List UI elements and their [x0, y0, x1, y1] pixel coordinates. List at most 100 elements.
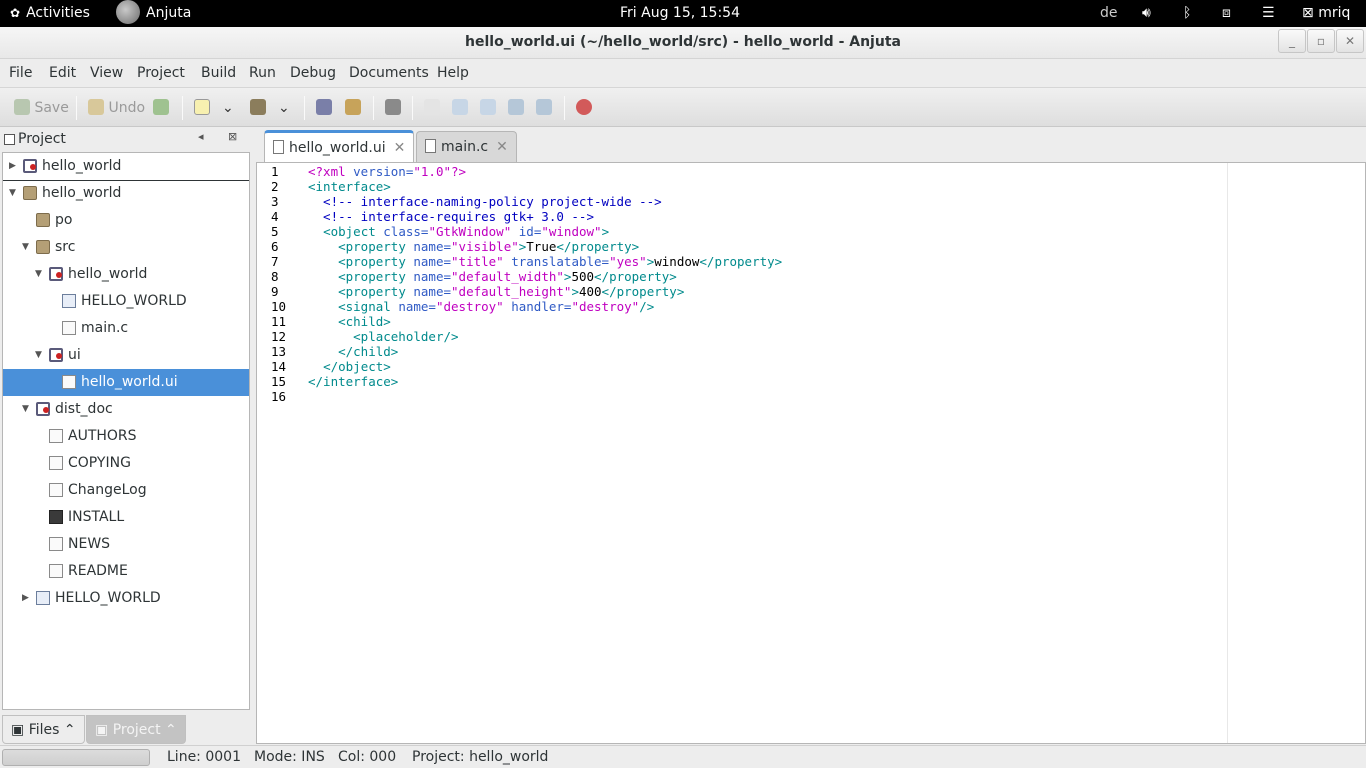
- code-line[interactable]: <!-- interface-requires gtk+ 3.0 -->: [308, 209, 594, 224]
- code-line[interactable]: <property name="default_width">500</prop…: [308, 269, 677, 284]
- code-line[interactable]: <interface>: [308, 179, 391, 194]
- activities-button[interactable]: ✿ Activities: [10, 0, 90, 27]
- line-number: 7: [271, 254, 279, 269]
- tree-item[interactable]: HELLO_WORLD: [3, 288, 249, 315]
- pane-close-icon[interactable]: ⊠: [228, 130, 237, 143]
- code-line[interactable]: </child>: [308, 344, 398, 359]
- clipboard-icon[interactable]: ☰: [1262, 0, 1275, 27]
- tree-item[interactable]: ▼ ui: [3, 342, 249, 369]
- tree-item[interactable]: main.c: [3, 315, 249, 342]
- menu-file[interactable]: File: [9, 65, 32, 81]
- expander-expanded-icon[interactable]: ▼: [35, 342, 42, 369]
- menu-build[interactable]: Build: [201, 65, 236, 81]
- file-icon: [62, 321, 76, 335]
- step-out-button[interactable]: [508, 98, 524, 118]
- line-number: 16: [271, 389, 287, 404]
- tree-item-label: hello_world: [42, 185, 122, 201]
- tree-item[interactable]: hello_world.ui: [3, 369, 249, 396]
- menu-run[interactable]: Run: [249, 65, 276, 81]
- user-menu[interactable]: ⊠ mriq: [1302, 0, 1350, 27]
- run-button[interactable]: [424, 98, 440, 118]
- step-over-button[interactable]: [480, 98, 496, 118]
- minimize-button[interactable]: _: [1278, 29, 1306, 53]
- expander-expanded-icon[interactable]: ▼: [35, 261, 42, 288]
- code-line[interactable]: <signal name="destroy" handler="destroy"…: [308, 299, 654, 314]
- clock[interactable]: Fri Aug 15, 15:54: [620, 0, 740, 27]
- save-button[interactable]: Save: [14, 98, 69, 118]
- build-button[interactable]: [316, 98, 332, 118]
- code-line[interactable]: </object>: [308, 359, 391, 374]
- tree-item[interactable]: ▼ hello_world: [3, 180, 249, 207]
- menu-edit[interactable]: Edit: [49, 65, 76, 81]
- project-pane-title: Project: [18, 131, 66, 147]
- code-line[interactable]: <placeholder/>: [308, 329, 458, 344]
- code-line[interactable]: <property name="default_height">400</pro…: [308, 284, 684, 299]
- keyboard-layout-indicator[interactable]: de: [1100, 0, 1118, 27]
- close-icon[interactable]: ✕: [394, 140, 406, 156]
- tree-item[interactable]: ▶ HELLO_WORLD: [3, 585, 249, 612]
- bluetooth-icon[interactable]: ᛒ: [1183, 0, 1191, 27]
- tree-item[interactable]: AUTHORS: [3, 423, 249, 450]
- tree-item[interactable]: ChangeLog: [3, 477, 249, 504]
- tree-item-label: AUTHORS: [68, 428, 137, 444]
- code-line[interactable]: <property name="title" translatable="yes…: [308, 254, 782, 269]
- expander-expanded-icon[interactable]: ▼: [9, 180, 16, 207]
- code-line[interactable]: <!-- interface-naming-policy project-wid…: [308, 194, 662, 209]
- window-titlebar[interactable]: hello_world.ui (~/hello_world/src) - hel…: [0, 27, 1366, 59]
- tree-item[interactable]: ▼ src: [3, 234, 249, 261]
- tree-item[interactable]: po: [3, 207, 249, 234]
- menu-help[interactable]: Help: [437, 65, 469, 81]
- code-line[interactable]: </interface>: [308, 374, 398, 389]
- menu-project[interactable]: Project: [137, 65, 185, 81]
- pane-options-icon[interactable]: ◂: [198, 130, 204, 143]
- expander-expanded-icon[interactable]: ▼: [22, 396, 29, 423]
- step-in-button[interactable]: [452, 98, 468, 118]
- expander-collapsed-icon[interactable]: ▶: [22, 585, 29, 612]
- open-file-dropdown[interactable]: ⌄: [278, 98, 290, 118]
- project-tree[interactable]: ▶ hello_world ▼ hello_world po ▼ src ▼ hello_wor…: [2, 152, 250, 710]
- tree-item[interactable]: ▶ hello_world: [3, 153, 249, 180]
- menu-view[interactable]: View: [90, 65, 123, 81]
- close-window-button[interactable]: ✕: [1336, 29, 1364, 53]
- configure-button[interactable]: [385, 98, 401, 118]
- status-mode: Mode: INS: [254, 749, 325, 765]
- tree-item[interactable]: ▼ hello_world: [3, 261, 249, 288]
- tree-item-label: README: [68, 563, 128, 579]
- new-file-dropdown[interactable]: ⌄: [222, 98, 234, 118]
- line-number: 10: [271, 299, 287, 314]
- window-title: hello_world.ui (~/hello_world/src) - hel…: [465, 34, 901, 50]
- new-file-button[interactable]: [194, 98, 210, 118]
- continue-button[interactable]: [536, 98, 552, 118]
- redo-button[interactable]: [153, 98, 169, 118]
- expander-collapsed-icon[interactable]: ▶: [9, 153, 16, 180]
- tab-hello-world-ui[interactable]: hello_world.ui ✕: [264, 130, 415, 163]
- code-line[interactable]: <property name="visible">True</property>: [308, 239, 639, 254]
- code-line[interactable]: <object class="GtkWindow" id="window">: [308, 224, 609, 239]
- build-all-button[interactable]: [345, 98, 361, 118]
- tree-item[interactable]: NEWS: [3, 531, 249, 558]
- menu-debug[interactable]: Debug: [290, 65, 336, 81]
- volume-icon[interactable]: 🔊︎: [1142, 0, 1151, 27]
- tab-main-c[interactable]: main.c ✕: [416, 131, 517, 162]
- line-number: 14: [271, 359, 287, 374]
- open-file-button[interactable]: [250, 98, 266, 118]
- tree-item[interactable]: ▼ dist_doc: [3, 396, 249, 423]
- tab-files[interactable]: ▣ Files ⌃: [2, 715, 85, 744]
- network-icon[interactable]: ⧈: [1222, 0, 1231, 27]
- tree-item[interactable]: INSTALL: [3, 504, 249, 531]
- code-editor[interactable]: 1 2 3 4 5 6 7 8 9 10 11 12 13 14 15 16 <?xml version="1…: [256, 162, 1366, 744]
- tree-item[interactable]: COPYING: [3, 450, 249, 477]
- close-icon[interactable]: ✕: [496, 139, 508, 155]
- tree-item[interactable]: README: [3, 558, 249, 585]
- app-menu[interactable]: Anjuta: [116, 0, 191, 27]
- undo-button[interactable]: Undo: [88, 98, 145, 118]
- menu-documents[interactable]: Documents: [349, 65, 429, 81]
- code-line[interactable]: <?xml version="1.0"?>: [308, 164, 466, 179]
- expander-expanded-icon[interactable]: ▼: [22, 234, 29, 261]
- line-number: 15: [271, 374, 287, 389]
- breakpoint-button[interactable]: [576, 98, 592, 118]
- tab-project[interactable]: ▣ Project ⌃: [86, 715, 186, 744]
- maximize-button[interactable]: ▫: [1307, 29, 1335, 53]
- code-line[interactable]: <child>: [308, 314, 391, 329]
- open-folder-icon: [250, 98, 266, 115]
